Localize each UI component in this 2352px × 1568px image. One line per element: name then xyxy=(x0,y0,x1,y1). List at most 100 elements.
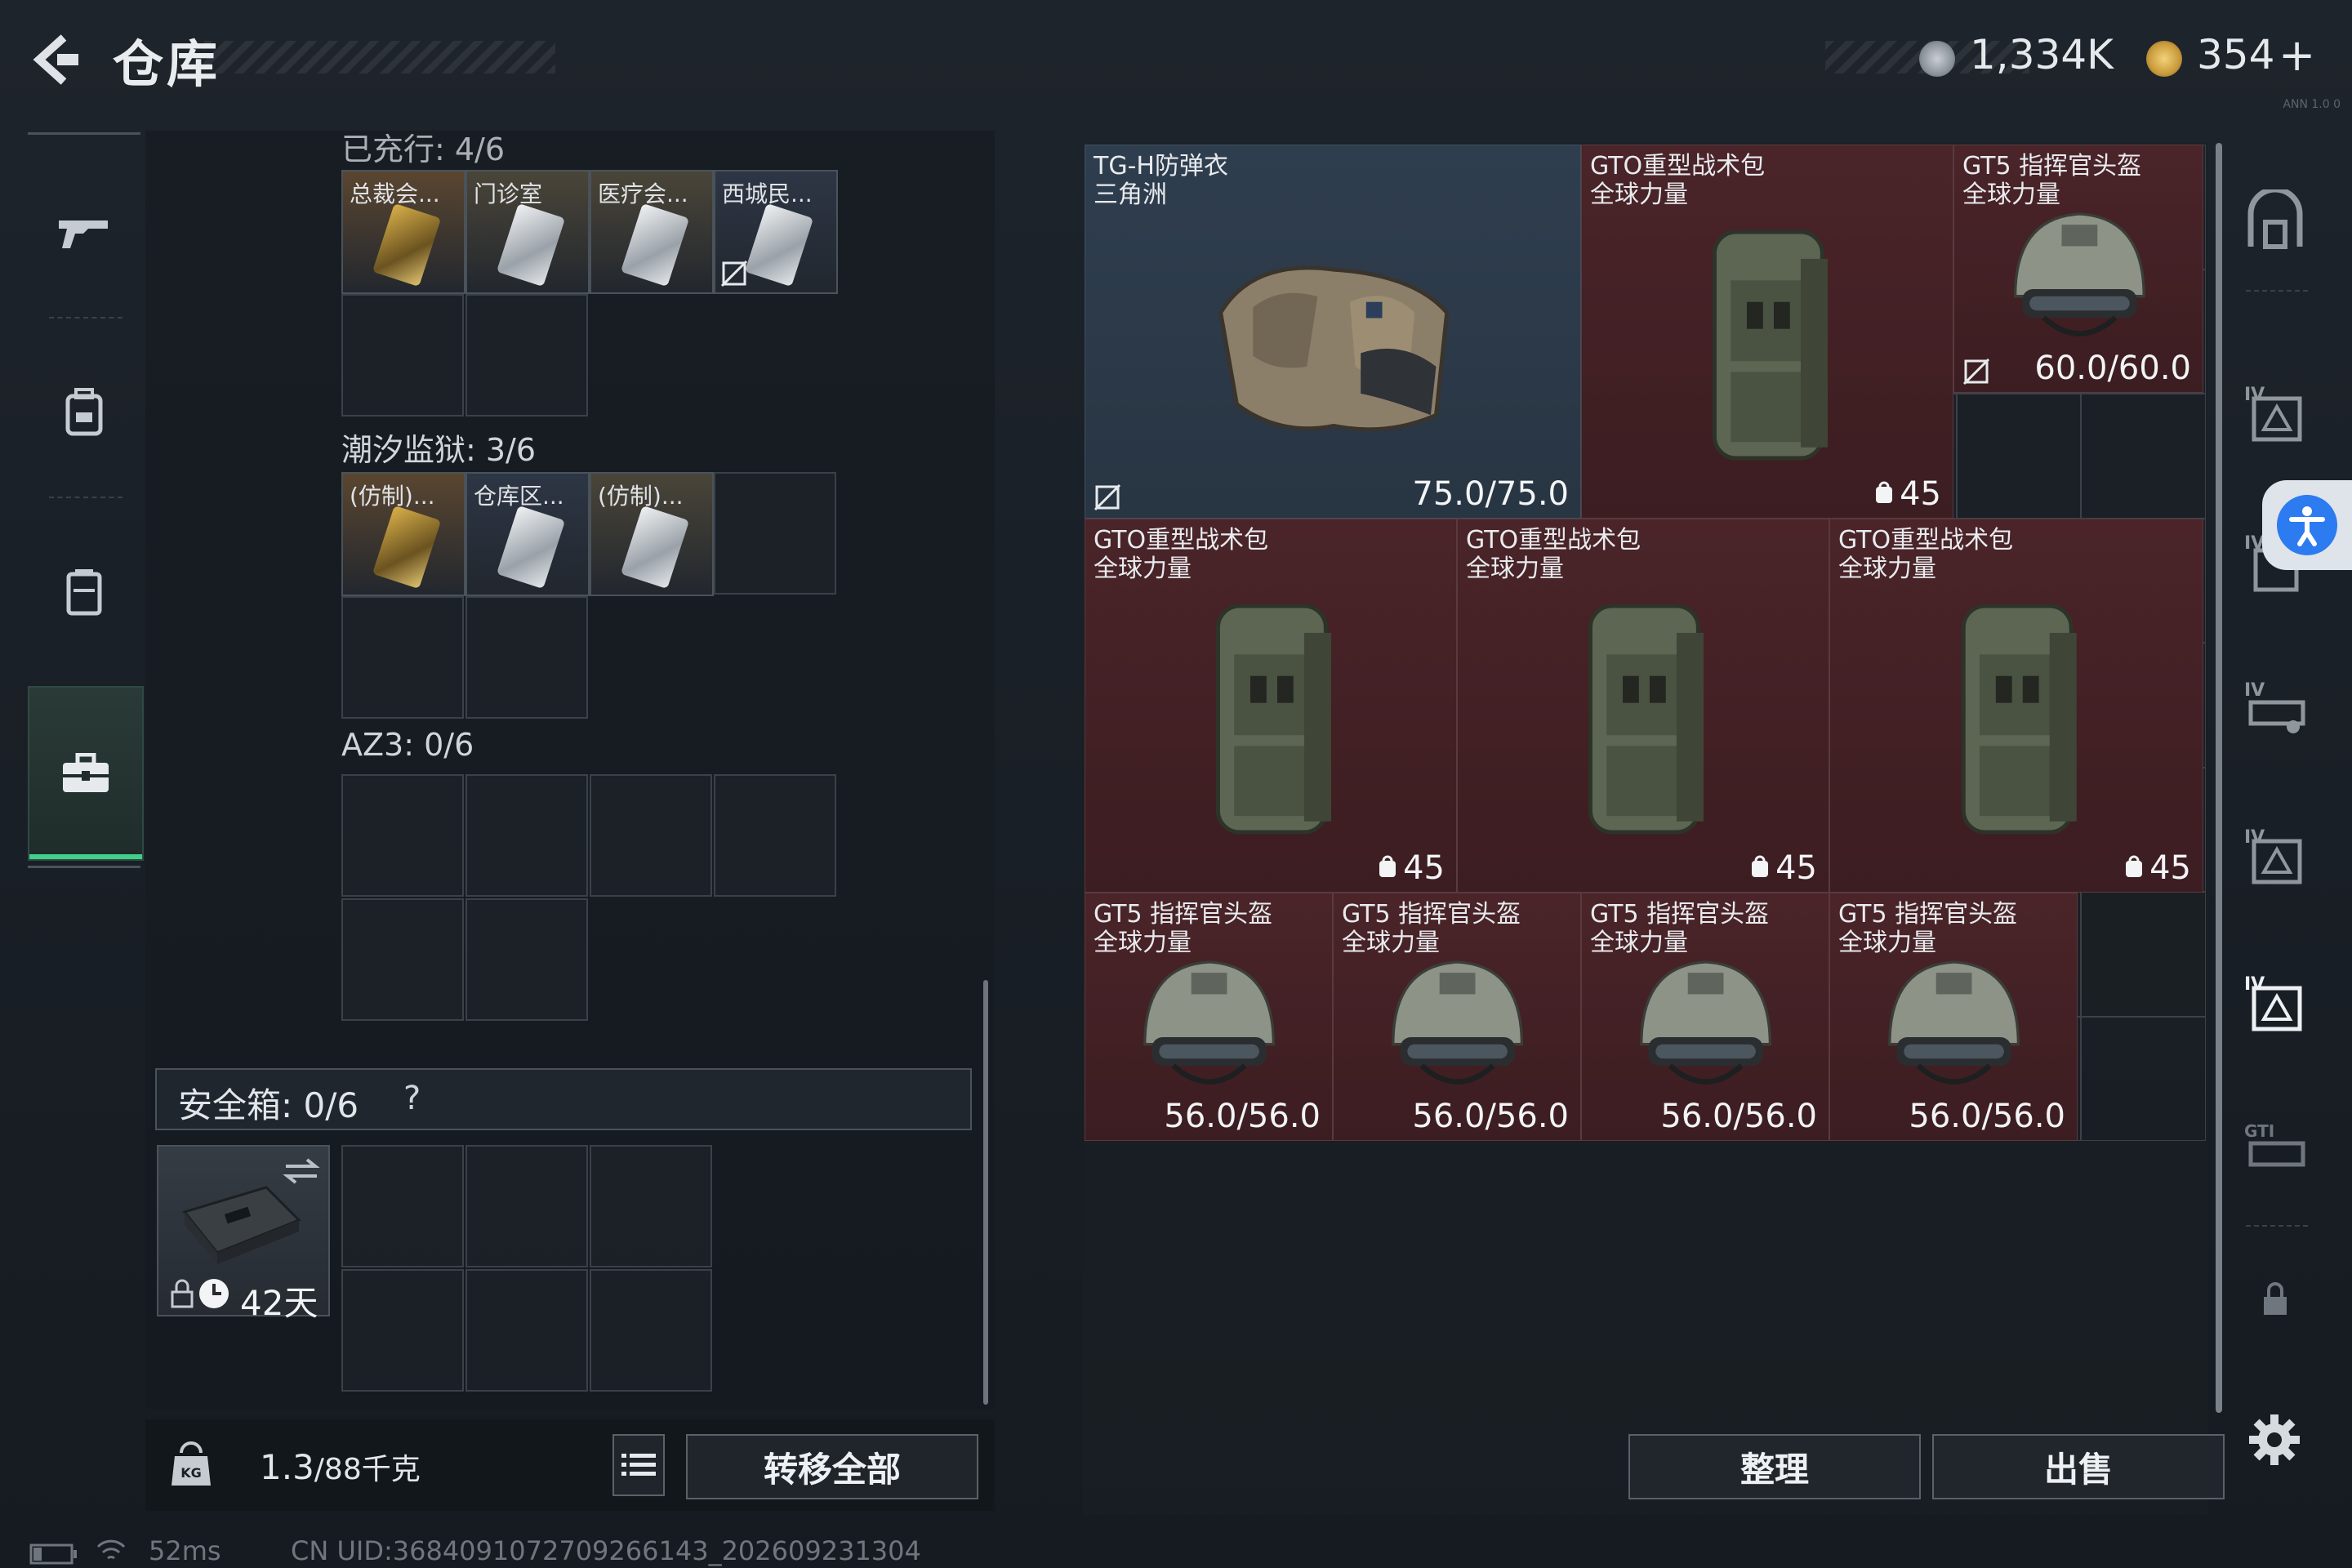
gti-tier-icon[interactable]: GTI xyxy=(2244,1119,2306,1181)
item-brand: 全球力量 xyxy=(1962,180,2060,209)
gold-coin-icon xyxy=(2146,41,2182,77)
item-title: TG-H防弹衣 xyxy=(1094,152,1228,180)
key-card-item[interactable]: 门诊室 xyxy=(466,170,590,294)
item-name: GT5 指挥官头盔 全球力量 xyxy=(1838,900,2017,957)
nav-separator xyxy=(49,317,122,320)
helmet-item[interactable]: GT5 指挥官头盔 全球力量 56.0/56.0 xyxy=(1085,893,1333,1141)
grid-cell[interactable] xyxy=(590,1145,712,1267)
capacity-icon xyxy=(1379,855,1396,877)
nav-vest[interactable] xyxy=(28,523,140,662)
helmet-tier4-icon[interactable]: IV xyxy=(2244,825,2306,887)
capacity-value: 45 xyxy=(1377,849,1445,887)
left-scrollbar[interactable] xyxy=(983,980,988,1405)
item-name: GTO重型战术包 全球力量 xyxy=(1590,152,1765,209)
weapon-icon xyxy=(59,220,108,248)
uid-text: CN UID:3684091072709266143_202609231304 xyxy=(291,1535,921,1566)
item-title: GT5 指挥官头盔 xyxy=(1094,900,1273,929)
selected-tier4-filter-icon[interactable]: IV xyxy=(2244,972,2306,1034)
sidebar-lock-icon xyxy=(2264,1282,2287,1315)
item-brand: 三角洲 xyxy=(1094,180,1167,209)
item-name: TG-H防弹衣 三角洲 xyxy=(1094,152,1228,209)
inventory-cell[interactable] xyxy=(2081,1016,2206,1141)
key-card-icon xyxy=(496,505,566,590)
grid-cell[interactable] xyxy=(341,1269,464,1392)
item-brand: 全球力量 xyxy=(1094,929,1192,957)
grid-cell[interactable] xyxy=(714,472,836,595)
capacity-value: 45 xyxy=(2123,849,2191,887)
item-brand: 全球力量 xyxy=(1590,180,1688,209)
right-scrollbar[interactable] xyxy=(2216,143,2222,1413)
armor-tier4-icon[interactable]: IV xyxy=(2244,382,2306,444)
key-card-item[interactable]: 总裁会... xyxy=(341,170,466,294)
item-value-text: 45 xyxy=(1403,849,1445,887)
sort-button[interactable]: 整理 xyxy=(1628,1434,1921,1499)
inventory-cell[interactable] xyxy=(2081,394,2206,519)
item-title: GTO重型战术包 xyxy=(1838,526,2014,555)
key-card-item[interactable]: 医疗会... xyxy=(590,170,714,294)
key-card-icon xyxy=(496,203,566,287)
inventory-cell[interactable] xyxy=(1956,394,2081,519)
safe-box-label: 安全箱: 0/6 xyxy=(178,1085,359,1125)
vest-icon xyxy=(1218,265,1450,432)
helmet-item[interactable]: GT5 指挥官头盔 全球力量 60.0/60.0 xyxy=(1953,145,2203,393)
grid-cell[interactable] xyxy=(466,596,588,719)
swap-icon[interactable] xyxy=(281,1155,322,1187)
backpack-item[interactable]: GTO重型战术包 全球力量 45 xyxy=(1085,519,1457,893)
backpack-item[interactable]: GTO重型战术包 全球力量 45 xyxy=(1457,519,1829,893)
grid-cell[interactable] xyxy=(341,898,464,1021)
grid-cell[interactable] xyxy=(466,898,588,1021)
settings-gear-icon[interactable] xyxy=(2247,1413,2301,1467)
vest-item[interactable]: TG-H防弹衣 三角洲 75.0/75.0 xyxy=(1085,145,1581,519)
capacity-icon xyxy=(2126,855,2143,877)
capacity-icon xyxy=(1876,481,1893,503)
helmet-item[interactable]: GT5 指挥官头盔 全球力量 56.0/56.0 xyxy=(1581,893,1829,1141)
grid-cell[interactable] xyxy=(466,774,588,897)
active-indicator xyxy=(29,854,142,859)
add-currency-button[interactable]: + xyxy=(2278,29,2315,81)
item-title: GTO重型战术包 xyxy=(1466,526,1642,555)
item-brand: 全球力量 xyxy=(1466,555,1564,583)
nav-safebox[interactable] xyxy=(28,686,144,861)
item-name: GT5 指挥官头盔 全球力量 xyxy=(1962,152,2141,209)
nav-backpack[interactable] xyxy=(28,343,140,482)
sell-button[interactable]: 出售 xyxy=(1932,1434,2225,1499)
help-button[interactable]: ? xyxy=(403,1080,436,1117)
helmet-item[interactable]: GT5 指挥官头盔 全球力量 56.0/56.0 xyxy=(1333,893,1581,1141)
item-title: GT5 指挥官头盔 xyxy=(1838,900,2018,929)
grid-cell[interactable] xyxy=(341,774,464,897)
backpack-item[interactable]: GTO重型战术包 全球力量 45 xyxy=(1581,145,1953,519)
key-card-item[interactable]: 仓库区... xyxy=(466,472,590,596)
ping-text: 52ms xyxy=(149,1535,221,1566)
item-brand: 全球力量 xyxy=(1590,929,1688,957)
backpack-item[interactable]: GTO重型战术包 全球力量 45 xyxy=(1829,519,2203,893)
storage-tab-icon[interactable] xyxy=(2244,189,2306,252)
silver-coin-icon xyxy=(1919,41,1955,77)
inventory-grid: TG-H防弹衣 三角洲 75.0/75.0 GTO重型战术包 全球力量 45 GT5 指挥官… xyxy=(1085,145,2206,1141)
grid-cell[interactable] xyxy=(466,294,588,416)
helmet-item[interactable]: GT5 指挥官头盔 全球力量 56.0/56.0 xyxy=(1829,893,2078,1141)
back-arrow-icon[interactable] xyxy=(24,31,82,88)
key-card-item[interactable]: (仿制)... xyxy=(590,472,714,596)
key-card-item[interactable]: (仿制)... xyxy=(341,472,466,596)
weight-current: 1.3 xyxy=(260,1447,314,1487)
list-view-button[interactable] xyxy=(612,1434,665,1496)
grid-cell[interactable] xyxy=(590,774,712,897)
case-days-left: 42天 xyxy=(240,1283,318,1323)
safe-case-tile[interactable]: 42天 xyxy=(157,1145,330,1323)
inventory-cell[interactable] xyxy=(2081,892,2206,1017)
no-transfer-icon xyxy=(720,260,748,287)
grid-cell[interactable] xyxy=(466,1145,588,1267)
accessibility-button[interactable] xyxy=(2262,480,2352,570)
durability-value: 56.0/56.0 xyxy=(1164,1098,1321,1135)
grid-cell[interactable] xyxy=(466,1269,588,1392)
transfer-all-button[interactable]: 转移全部 xyxy=(686,1434,978,1499)
item-label: 门诊室 xyxy=(474,180,543,207)
grid-cell[interactable] xyxy=(714,774,836,897)
grid-cell[interactable] xyxy=(341,1145,464,1267)
grid-cell[interactable] xyxy=(341,294,464,416)
nav-separator xyxy=(49,497,122,500)
grid-cell[interactable] xyxy=(590,1269,712,1392)
rig-tier4-icon[interactable]: IV xyxy=(2244,678,2306,740)
nav-weapons[interactable] xyxy=(28,163,140,302)
grid-cell[interactable] xyxy=(341,596,464,719)
